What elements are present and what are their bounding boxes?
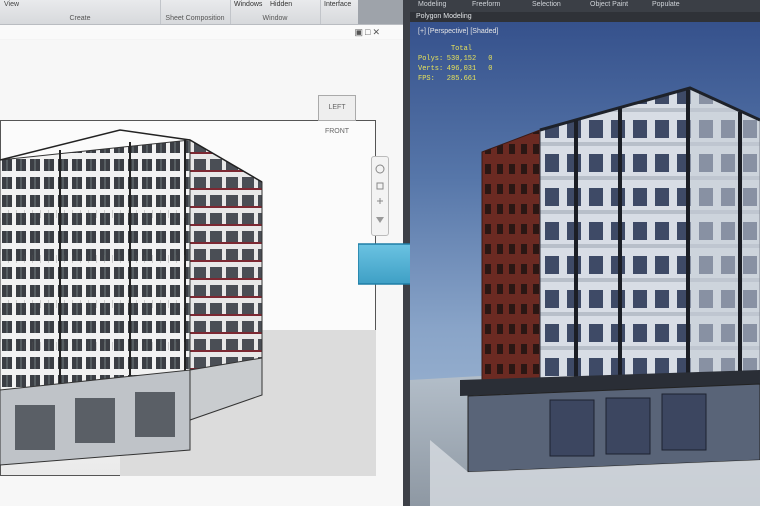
- interface-button[interactable]: Interface: [324, 1, 351, 8]
- revit-building-model[interactable]: [0, 120, 380, 480]
- stats-key: Polys:: [418, 55, 444, 63]
- tab-object-paint[interactable]: Object Paint: [590, 1, 628, 8]
- max-window: Modeling Freeform Selection Object Paint…: [410, 0, 760, 506]
- viewcube-icon[interactable]: LEFT FRONT: [318, 95, 356, 135]
- ribbon-group-label: Create: [69, 15, 91, 22]
- ribbon-group-label: Sheet Composition: [165, 15, 225, 22]
- viewport-header: ▣□✕: [0, 25, 404, 39]
- revit-ribbon: View Create Sheet Composition Windows Hi…: [0, 0, 404, 25]
- stats-row-polys: Polys: 530,152 0: [418, 54, 492, 64]
- tab-populate[interactable]: Populate: [652, 1, 680, 8]
- ribbon-group-sheet-composition: Sheet Composition: [160, 0, 231, 24]
- ribbon-group-label: Window: [262, 15, 288, 22]
- max-building-model[interactable]: [410, 80, 760, 506]
- stats-unit: 0: [488, 55, 493, 63]
- ribbon-subtitle-bar: Polygon Modeling: [410, 12, 760, 22]
- tab-selection[interactable]: Selection: [532, 1, 561, 8]
- stats-header: Total: [450, 45, 472, 53]
- stats-value: 496,031: [446, 65, 477, 73]
- polygon-modeling-label[interactable]: Polygon Modeling: [416, 13, 472, 20]
- stats-value: 530,152: [446, 55, 477, 63]
- ribbon-dark-panel: [358, 0, 404, 24]
- stats-unit: 0: [488, 65, 493, 73]
- stats-key: Verts:: [418, 65, 444, 73]
- viewport-statistics: Total Polys: 530,152 0 Verts: 496,031 0 …: [418, 44, 492, 84]
- viewport-label[interactable]: [+] [Perspective] [Shaded]: [418, 28, 498, 35]
- ribbon-group-window: Windows Hidden Window: [230, 0, 321, 24]
- hidden-button[interactable]: Hidden: [270, 1, 292, 8]
- max-ribbon-tabs: Modeling Freeform Selection Object Paint…: [410, 0, 760, 12]
- stats-row-verts: Verts: 496,031 0: [418, 64, 492, 74]
- revit-window: View Create Sheet Composition Windows Hi…: [0, 0, 404, 506]
- windows-button[interactable]: Windows: [234, 1, 262, 8]
- tab-modeling[interactable]: Modeling: [418, 1, 446, 8]
- viewport-controls-icon[interactable]: ▣□✕: [355, 27, 382, 38]
- tab-freeform[interactable]: Freeform: [472, 1, 500, 8]
- ribbon-group-create: Create: [0, 0, 161, 24]
